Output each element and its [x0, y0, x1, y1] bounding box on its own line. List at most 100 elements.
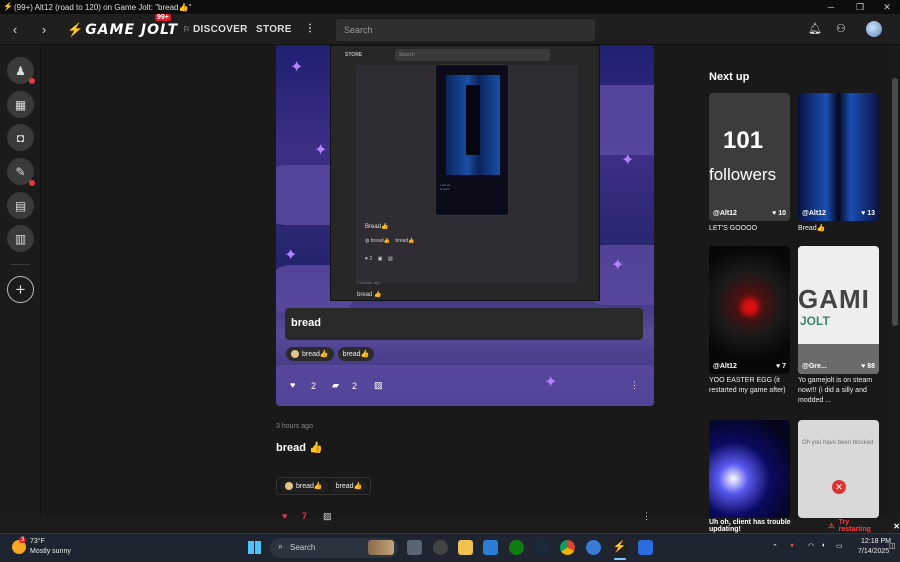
- thumb-title[interactable]: Bread👍: [798, 224, 880, 234]
- post-options-button[interactable]: ⋮: [642, 511, 651, 522]
- chevron-up-icon[interactable]: ⌃: [772, 543, 778, 551]
- chat-icon[interactable]: ▤: [7, 192, 34, 219]
- clock-time[interactable]: 12:18 PM: [861, 538, 891, 545]
- forward-button[interactable]: ›: [36, 21, 52, 37]
- wifi-icon[interactable]: ◠: [808, 542, 814, 550]
- battery-icon[interactable]: ▭: [836, 542, 843, 550]
- next-up-thumb[interactable]: [709, 420, 790, 518]
- close-button[interactable]: ✕: [874, 0, 900, 14]
- comment-count: 2: [352, 381, 358, 391]
- windows-taskbar: [0, 533, 900, 562]
- backpack-icon[interactable]: ◘: [7, 124, 34, 151]
- thumb-user: @Alt12: [713, 210, 737, 217]
- xbox-icon[interactable]: [509, 540, 524, 555]
- user-avatar[interactable]: [866, 21, 882, 37]
- back-button[interactable]: ‹: [7, 21, 23, 37]
- thumb-overlay: Oh you have been blocked: [802, 440, 874, 446]
- logo-text: GAME JOLT: [85, 22, 179, 38]
- thumb-title[interactable]: Yo gamejolt is on steam now!!! (i did a …: [798, 376, 880, 406]
- scrollbar-thumb[interactable]: [892, 78, 898, 326]
- phone-screenshot: ▪ ▪▪▪▪ ▪▪▪ ▪▪ ▪▪▪▪▪▪: [435, 64, 509, 216]
- sidebar-divider: [11, 264, 30, 265]
- volume-icon[interactable]: ◖: [821, 542, 825, 549]
- liked-heart-icon[interactable]: ♥: [282, 511, 287, 521]
- more-menu-button[interactable]: ⋮: [305, 23, 315, 34]
- weather-temp: 73°F: [30, 538, 45, 545]
- maximize-button[interactable]: ❐: [847, 0, 873, 14]
- task-view-icon[interactable]: [407, 540, 422, 555]
- bread-icon: [291, 350, 299, 358]
- sparkle-icon: ✦: [544, 374, 558, 391]
- card-chip-row: bread👍 bread👍: [286, 347, 375, 361]
- chip-label: bread👍: [335, 483, 363, 490]
- chip-label: bread👍: [302, 351, 329, 358]
- reaction-chip[interactable]: bread👍: [280, 479, 328, 493]
- discover-link[interactable]: DISCOVER: [193, 24, 248, 35]
- toast-message: Uh oh, client has trouble updating!: [709, 519, 791, 533]
- thumb-likes: 13: [867, 210, 875, 217]
- bell-icon[interactable]: 🔔︎: [808, 22, 822, 35]
- reaction-chip[interactable]: bread👍: [337, 347, 375, 361]
- reaction-chip[interactable]: bread👍: [286, 347, 334, 361]
- search-icon: ⌕: [278, 541, 284, 551]
- try-restarting-link[interactable]: Try restarting: [839, 519, 884, 533]
- minimize-button[interactable]: ─: [818, 0, 844, 14]
- friends-icon[interactable]: ⚇: [836, 22, 846, 35]
- file-explorer-icon[interactable]: [458, 540, 473, 555]
- discover-icon: ⚐: [183, 25, 191, 34]
- post-options-button[interactable]: ⋮: [630, 380, 639, 391]
- clock-date[interactable]: 7/14/2025: [858, 548, 889, 555]
- toast-close-button[interactable]: ✕: [893, 522, 900, 531]
- sticker-icon[interactable]: ▨: [374, 380, 383, 391]
- image-caption: bread: [285, 308, 643, 340]
- notification-count-badge: 99+: [155, 14, 171, 21]
- library-icon[interactable]: ▥: [7, 225, 34, 252]
- sparkle-icon: ✦: [290, 59, 304, 76]
- sparkle-icon: ✦: [314, 142, 328, 159]
- steam-icon[interactable]: [534, 540, 549, 555]
- reaction-chip[interactable]: bread👍: [330, 479, 368, 493]
- sparkle-icon: ✦: [611, 257, 625, 274]
- app-icon[interactable]: [638, 540, 653, 555]
- gamejolt-taskbar-icon[interactable]: ⚡: [612, 540, 627, 555]
- chrome-icon[interactable]: [560, 540, 575, 555]
- thumb-user: @Alt12: [802, 210, 826, 217]
- window-titlebar: ⚡ (99+) Alt12 (road to 120) on Game Jolt…: [0, 0, 900, 14]
- notifications-icon[interactable]: ◫: [889, 542, 896, 550]
- thumb-likes: 10: [778, 210, 786, 217]
- comment-icon[interactable]: ▰: [332, 380, 339, 391]
- next-up-thumb[interactable]: GAMI JOLT @Gre... ♥ 88: [798, 246, 879, 374]
- gamejolt-logo[interactable]: ⚡ GAME JOLT: [67, 22, 178, 38]
- window-title: (99+) Alt12 (road to 120) on Game Jolt: …: [14, 2, 192, 12]
- active-app-indicator: [614, 558, 626, 560]
- sticker-icon[interactable]: ▨: [323, 511, 332, 522]
- tray-app-icon[interactable]: ●: [790, 542, 794, 549]
- next-up-thumb[interactable]: @Alt12 ♥ 13: [798, 93, 879, 221]
- thumb-title[interactable]: LET'S GOOOO: [709, 224, 791, 234]
- next-up-thumb[interactable]: @Alt12 ♥ 7: [709, 246, 790, 374]
- like-count: 2: [311, 381, 317, 391]
- app-icon[interactable]: [586, 540, 601, 555]
- next-up-thumb[interactable]: 101 followers @Alt12 ♥ 10: [709, 93, 790, 221]
- add-community-button[interactable]: +: [7, 276, 34, 303]
- realm-alert-dot: [29, 180, 35, 186]
- store-link[interactable]: STORE: [256, 24, 292, 35]
- search-highlight-icon: [368, 540, 394, 555]
- thumb-title[interactable]: YOO EASTER EGG (it restarted my game aft…: [709, 376, 791, 396]
- sparkle-icon: ✦: [621, 152, 635, 169]
- post-text: bread 👍: [276, 442, 323, 454]
- bread-icon: [285, 482, 293, 490]
- search-input[interactable]: Search: [336, 19, 595, 41]
- next-up-heading: Next up: [709, 71, 750, 83]
- app-icon[interactable]: [433, 540, 448, 555]
- thumb-likes: 7: [782, 363, 786, 370]
- store-app-icon[interactable]: [483, 540, 498, 555]
- store-icon[interactable]: ▦: [7, 91, 34, 118]
- windows-start-icon[interactable]: [248, 541, 261, 554]
- sparkle-icon: ✦: [284, 247, 298, 264]
- like-icon[interactable]: ♥: [290, 380, 295, 390]
- post-time: 3 hours ago: [276, 423, 313, 430]
- update-toast: Uh oh, client has trouble updating! ⚠ Tr…: [709, 519, 900, 533]
- chip-label: bread👍: [342, 351, 370, 358]
- next-up-thumb[interactable]: Oh you have been blocked ✕: [798, 420, 879, 518]
